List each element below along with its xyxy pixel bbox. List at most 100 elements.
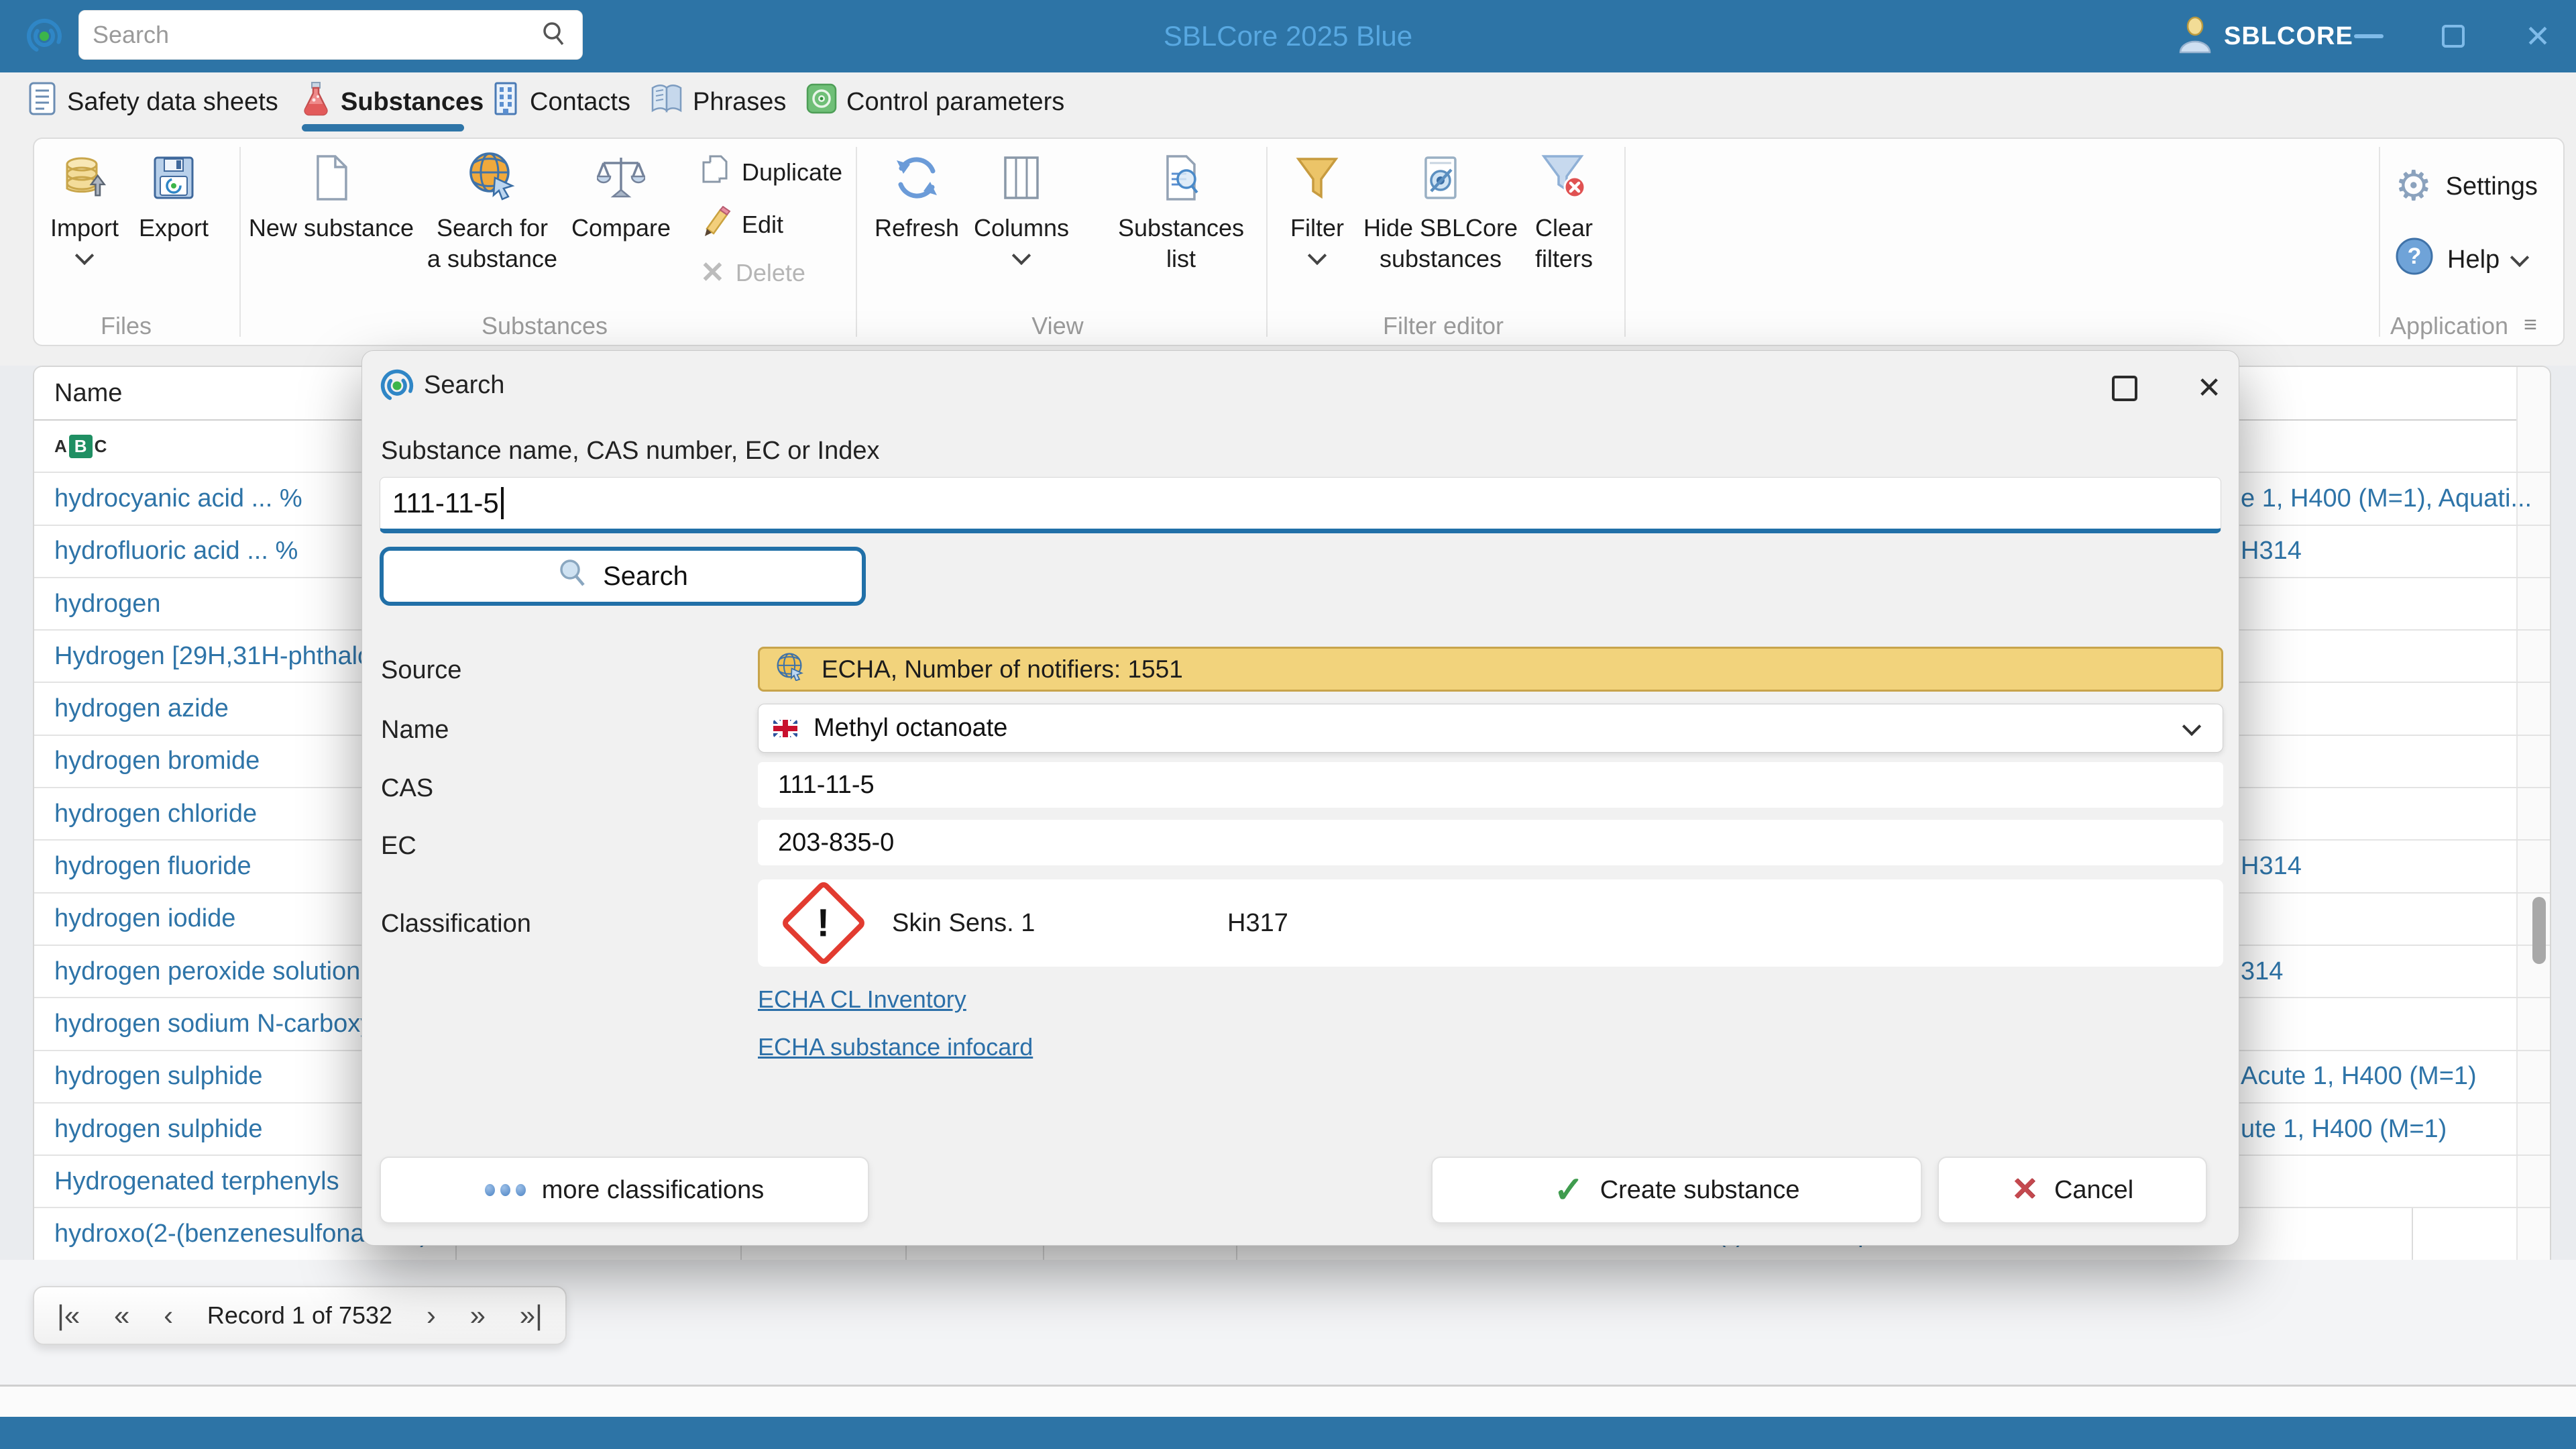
name-dropdown[interactable]: Methyl octanoate: [758, 704, 2223, 753]
delete-x-icon: ✕: [700, 258, 725, 288]
create-substance-label: Create substance: [1600, 1176, 1800, 1205]
export-button[interactable]: Export: [139, 151, 209, 244]
tab-label: Safety data sheets: [67, 88, 278, 117]
substances-list-button[interactable]: Substances list: [1118, 151, 1244, 274]
close-window-button[interactable]: ✕: [2511, 0, 2565, 72]
cell-classification: e 1, H400 (M=1), Aquati...: [2241, 473, 2532, 524]
cancel-label: Cancel: [2054, 1176, 2133, 1205]
clear-filters-button[interactable]: Clear filters: [1535, 151, 1593, 274]
account-button[interactable]: SBLCORE: [2178, 0, 2353, 72]
chevron-down-icon: [2182, 716, 2201, 735]
restore-icon: [2442, 25, 2465, 48]
minimize-button[interactable]: [2342, 0, 2396, 72]
source-value[interactable]: ECHA, Number of notifiers: 1551: [758, 647, 2223, 692]
tab-contacts[interactable]: Contacts: [491, 72, 630, 131]
columns-label: Columns: [974, 213, 1069, 244]
prev-page-button[interactable]: «: [114, 1299, 129, 1332]
help-button[interactable]: ? Help: [2395, 237, 2526, 282]
tab-control-parameters[interactable]: Control parameters: [806, 72, 1064, 131]
tab-safety-data-sheets[interactable]: Safety data sheets: [27, 72, 278, 131]
hide-sblcore-substances-button[interactable]: Hide SBLCore substances: [1363, 151, 1518, 274]
compare-button[interactable]: Compare: [571, 151, 671, 244]
classification-name: Skin Sens. 1: [892, 909, 1035, 938]
duplicate-button[interactable]: Duplicate: [700, 154, 842, 191]
search-query-input[interactable]: 111-11-5: [380, 477, 2221, 533]
tab-substances[interactable]: Substances: [300, 72, 484, 131]
cell-classification: ute 1, H400 (M=1): [2241, 1104, 2447, 1155]
more-classifications-label: more classifications: [542, 1176, 765, 1205]
new-substance-button[interactable]: New substance: [249, 151, 414, 244]
search-icon: [557, 557, 588, 595]
next-page-button[interactable]: »: [470, 1299, 486, 1332]
restore-button[interactable]: [2426, 0, 2480, 72]
cell-name: hydrogen fluoride: [54, 841, 251, 892]
app-logo-icon: [25, 17, 63, 58]
create-substance-button[interactable]: ✓ Create substance: [1431, 1157, 1922, 1224]
global-search: [78, 10, 583, 60]
cell-name: hydrofluoric acid ... %: [54, 526, 298, 577]
export-label: Export: [139, 213, 209, 244]
ec-value: 203-835-0: [758, 820, 2223, 865]
building-icon: [491, 81, 520, 123]
settings-button[interactable]: ⚙ Settings: [2395, 166, 2538, 207]
uk-flag-icon: [773, 720, 797, 737]
echa-cl-inventory-link[interactable]: ECHA CL Inventory: [758, 985, 966, 1014]
dialog-search-button[interactable]: Search: [380, 547, 866, 606]
columns-icon: [997, 151, 1046, 202]
dialog-close-button[interactable]: ✕: [2188, 367, 2231, 410]
refresh-button[interactable]: Refresh: [875, 151, 959, 244]
cell-name: hydrocyanic acid ... %: [54, 473, 302, 524]
cell-name: hydrogen sulphide: [54, 1104, 263, 1155]
edit-button[interactable]: Edit: [700, 206, 783, 243]
last-record-button[interactable]: »|: [520, 1299, 543, 1332]
gear-icon: ⚙: [2395, 166, 2432, 207]
prev-record-button[interactable]: ‹: [164, 1299, 173, 1332]
chevron-down-icon: [2510, 248, 2529, 267]
search-dialog: Search ✕ Substance name, CAS number, EC …: [361, 350, 2239, 1246]
delete-button: ✕ Delete: [700, 258, 805, 288]
text-caret: [501, 487, 504, 519]
cell-name: hydrogen chloride: [54, 788, 257, 839]
dialog-maximize-button[interactable]: [2103, 367, 2146, 410]
export-floppy-icon: [150, 151, 198, 202]
search-for-substance-button[interactable]: Search for a substance: [427, 151, 557, 274]
first-record-button[interactable]: |«: [57, 1299, 80, 1332]
global-search-input[interactable]: [79, 21, 541, 49]
edit-label: Edit: [742, 211, 783, 239]
chevron-down-icon: [1012, 246, 1031, 265]
cancel-button[interactable]: ✕ Cancel: [1938, 1157, 2207, 1224]
ribbon: Import Export New substance Search for a…: [0, 131, 2576, 366]
settings-label: Settings: [2446, 172, 2538, 201]
clear-filter-icon: [1538, 151, 1589, 202]
tab-phrases[interactable]: Phrases: [650, 72, 786, 131]
cell-name: Hydrogen [29H,31H-phthalocy: [54, 631, 397, 682]
search-substance-label2: a substance: [427, 244, 557, 274]
cell-name: hydrogen peroxide solution...: [54, 946, 382, 997]
datasheet-icon: [27, 81, 58, 123]
next-record-button[interactable]: ›: [427, 1299, 436, 1332]
refresh-icon: [893, 151, 941, 202]
menu-icon[interactable]: ≡: [2524, 312, 2536, 338]
filter-button[interactable]: Filter: [1290, 151, 1344, 262]
cell-classification: H314: [2241, 841, 2302, 892]
close-icon: ✕: [2525, 21, 2551, 52]
group-label-filter-editor: Filter editor: [1383, 312, 1504, 340]
echa-infocard-link[interactable]: ECHA substance infocard: [758, 1033, 1033, 1061]
dialog-title: Search: [424, 371, 504, 400]
search-icon: [541, 20, 567, 50]
cell-name: hydrogen: [54, 578, 160, 629]
source-text: ECHA, Number of notifiers: 1551: [822, 655, 1183, 684]
more-classifications-button[interactable]: more classifications: [380, 1157, 869, 1224]
active-tab-indicator: [302, 124, 464, 131]
dots-icon: [485, 1184, 526, 1196]
import-button[interactable]: Import: [50, 151, 119, 262]
search-substance-label: Search for: [437, 213, 548, 244]
tab-label: Control parameters: [846, 88, 1064, 117]
classification-label: Classification: [381, 910, 531, 938]
columns-button[interactable]: Columns: [974, 151, 1069, 262]
scrollbar-thumb[interactable]: [2532, 897, 2546, 964]
cas-value: 111-11-5: [758, 762, 2223, 808]
cell-classification: Acute 1, H400 (M=1): [2241, 1051, 2477, 1102]
filter-label: Filter: [1290, 213, 1344, 244]
tab-bar: Safety data sheets Substances Contacts P…: [0, 72, 2576, 131]
